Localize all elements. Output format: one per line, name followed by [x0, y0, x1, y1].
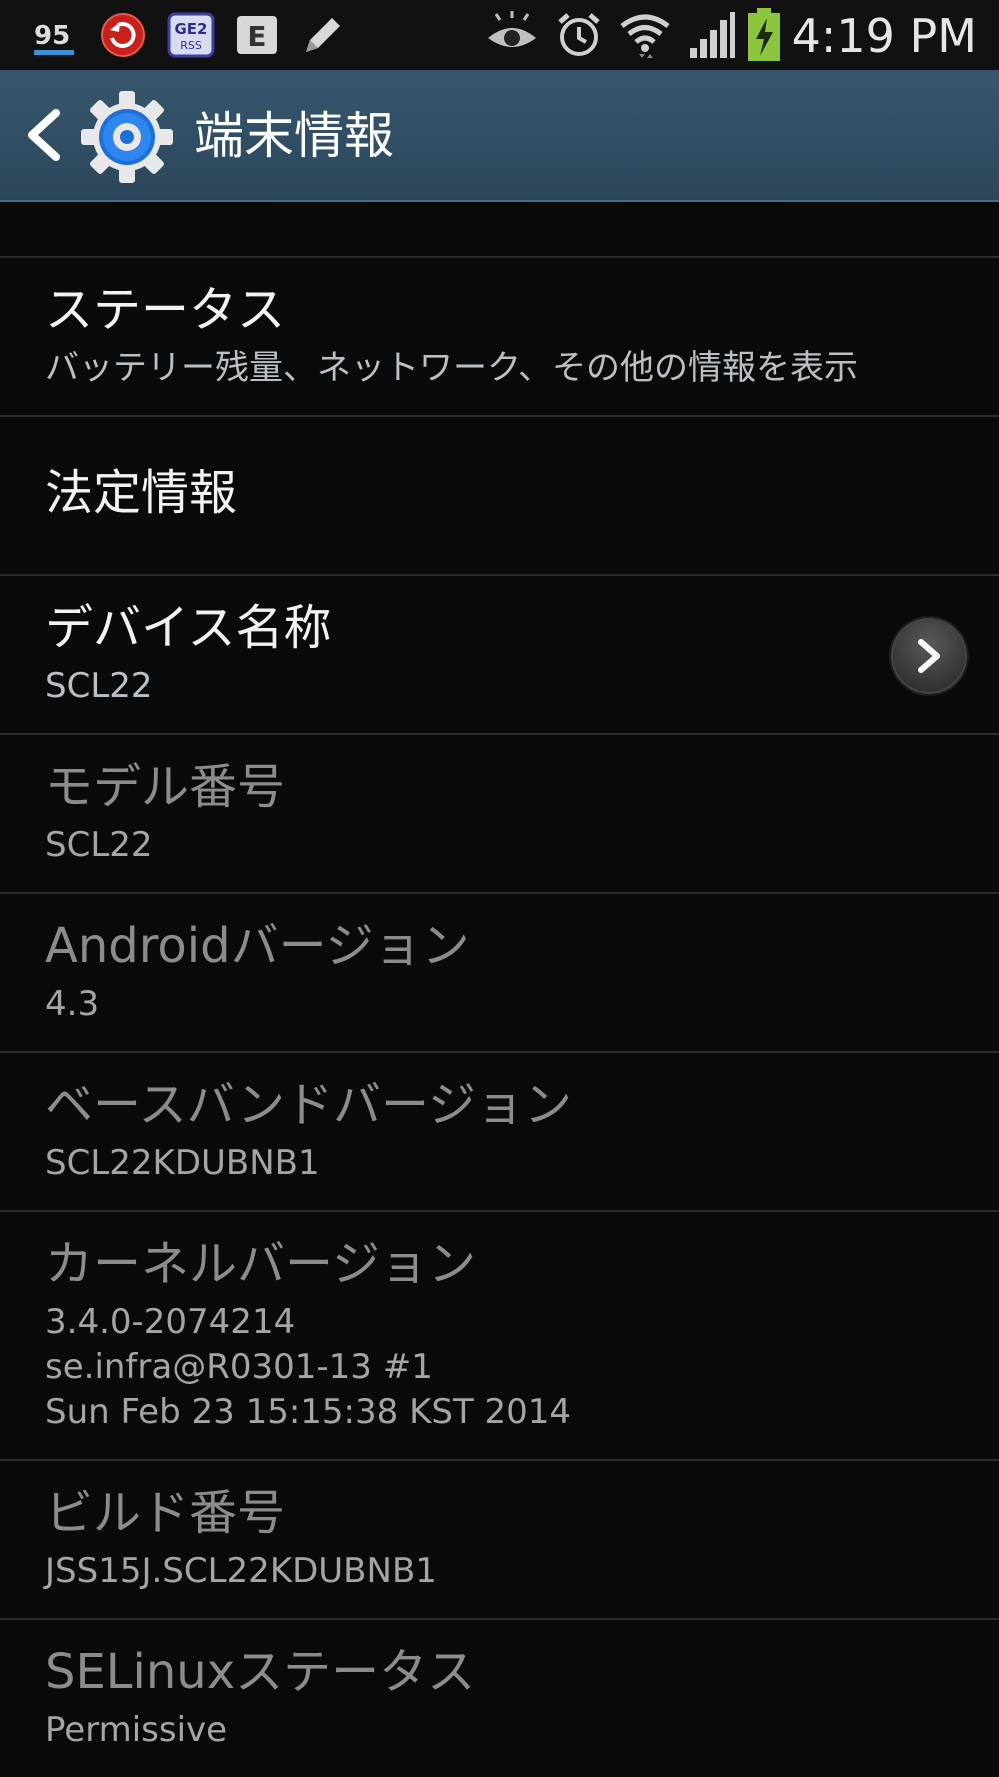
item-title: ステータス [45, 282, 286, 338]
settings-list: ステータス バッテリー残量、ネットワーク、その他の情報を表示 法定情報 デバイス… [0, 202, 999, 1777]
pencil-icon [298, 10, 348, 60]
list-item-baseband-version: ベースバンドバージョン SCL22KDUBNB1 [0, 1053, 999, 1212]
signal-strength-95-icon: 95 [30, 10, 80, 60]
item-summary: Permissive [45, 1710, 228, 1750]
item-summary: SCL22 [45, 666, 153, 706]
list-item-kernel-version: カーネルバージョン 3.4.0-2074214 se.infra@R0301-1… [0, 1212, 999, 1461]
list-item-status[interactable]: ステータス バッテリー残量、ネットワーク、その他の情報を表示 [0, 258, 999, 417]
list-item-build-number: ビルド番号 JSS15J.SCL22KDUBNB1 [0, 1461, 999, 1620]
list-item-model-number: モデル番号 SCL22 [0, 735, 999, 894]
svg-text:GE2: GE2 [175, 20, 208, 38]
item-title: カーネルバージョン [45, 1236, 477, 1292]
list-item-device-name[interactable]: デバイス名称 SCL22 [0, 576, 999, 735]
battery-charging-icon [746, 8, 782, 62]
cell-signal-icon [686, 10, 736, 60]
item-summary: SCL22 [45, 825, 153, 865]
alarm-icon [554, 10, 604, 60]
list-item-legal-info[interactable]: 法定情報 [0, 417, 999, 576]
item-title: 法定情報 [45, 465, 238, 521]
chevron-right-icon[interactable] [889, 616, 969, 696]
item-title: デバイス名称 [45, 600, 332, 656]
item-title: モデル番号 [45, 759, 286, 815]
item-summary: 3.4.0-2074214 se.infra@R0301-13 #1 Sun F… [45, 1302, 572, 1432]
item-title: SELinuxステータス [45, 1644, 476, 1700]
back-chevron-icon[interactable] [20, 105, 66, 165]
svg-text:95: 95 [34, 21, 70, 51]
item-title: Androidバージョン [45, 918, 470, 974]
item-summary: 4.3 [45, 984, 100, 1024]
item-title: ビルド番号 [45, 1485, 286, 1541]
ge2-rss-icon: GE2 RSS [166, 10, 216, 60]
svg-text:E: E [247, 20, 266, 53]
action-bar: 端末情報 [0, 70, 999, 202]
clock: 4:19 PM [791, 9, 977, 63]
item-summary: SCL22KDUBNB1 [45, 1143, 320, 1183]
list-item-selinux-status: SELinuxステータス Permissive [0, 1620, 999, 1777]
list-header-spacer [0, 202, 999, 258]
settings-gear-icon[interactable] [80, 90, 174, 184]
smart-stay-eye-icon [484, 10, 540, 60]
item-title: ベースバンドバージョン [45, 1077, 573, 1133]
item-summary: JSS15J.SCL22KDUBNB1 [45, 1551, 437, 1591]
item-summary: バッテリー残量、ネットワーク、その他の情報を表示 [45, 348, 858, 388]
e-app-icon: E [232, 10, 282, 60]
trend-micro-icon [98, 10, 148, 60]
wifi-icon [618, 10, 672, 60]
status-bar: 95 GE2 RSS E 4:19 PM [0, 0, 999, 70]
svg-text:RSS: RSS [180, 39, 202, 52]
page-title: 端末情報 [194, 107, 394, 165]
list-item-android-version: Androidバージョン 4.3 [0, 894, 999, 1053]
